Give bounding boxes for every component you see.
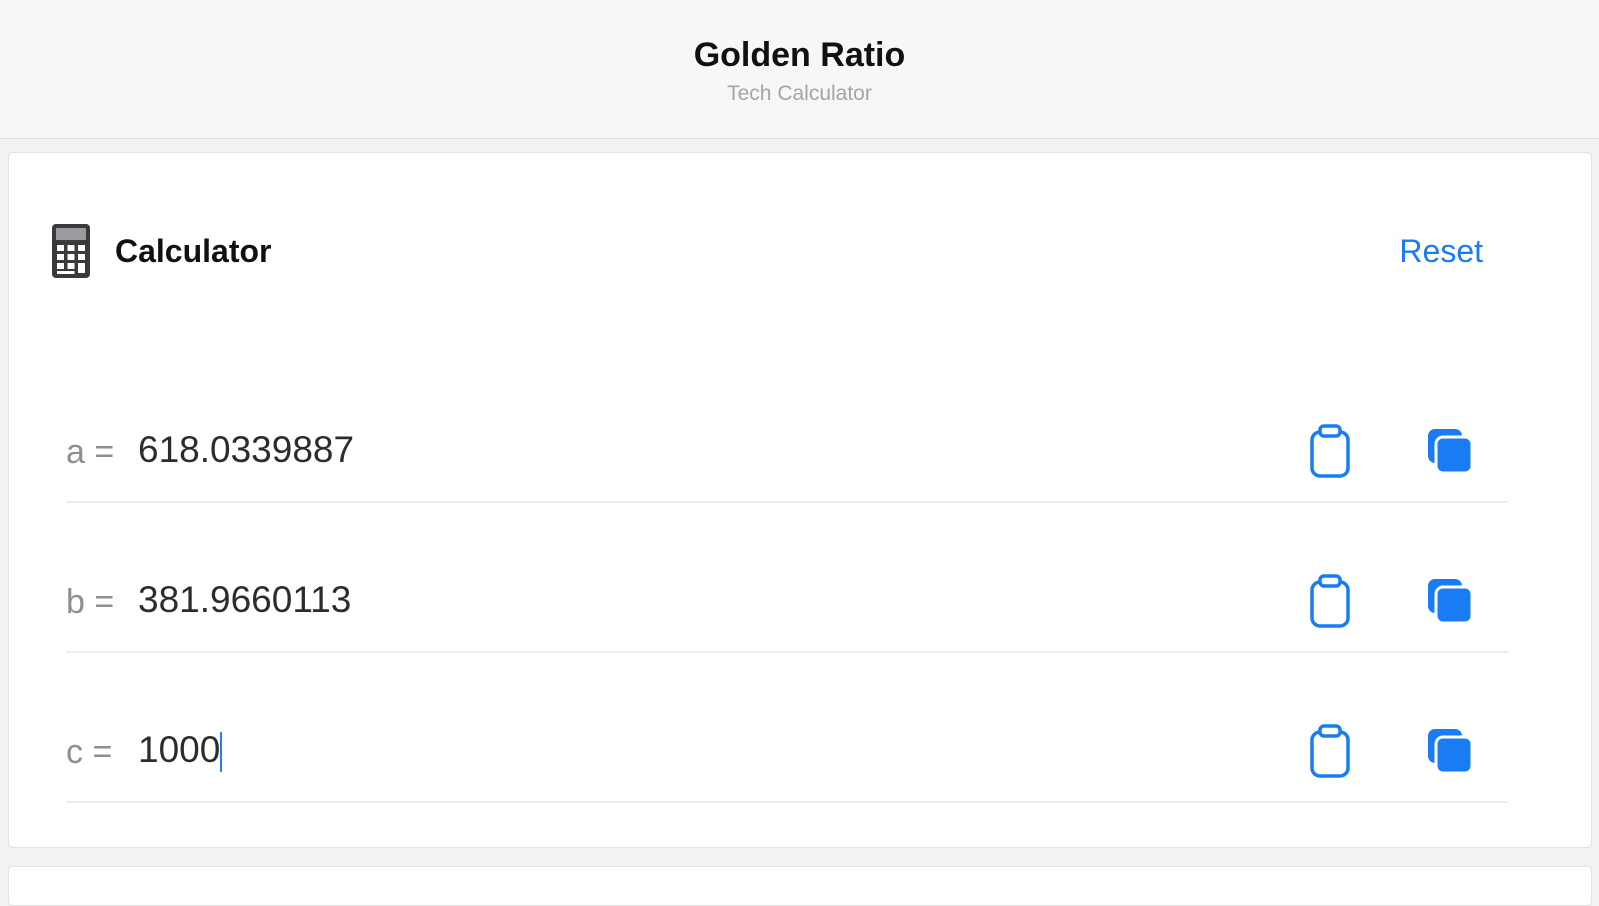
card-title: Calculator xyxy=(115,233,272,269)
clipboard-icon[interactable] xyxy=(1306,573,1354,629)
variable-label-a: a = xyxy=(66,433,115,471)
next-card xyxy=(8,866,1592,906)
copy-icon[interactable] xyxy=(1426,423,1474,479)
variable-label-c: c = xyxy=(66,733,113,771)
copy-icon[interactable] xyxy=(1426,573,1474,629)
calculator-card: Calculator Reset a = b = c = 1000 xyxy=(8,152,1592,848)
variable-input-b[interactable] xyxy=(138,579,1138,621)
variable-label-b: b = xyxy=(66,583,115,621)
page-title: Golden Ratio xyxy=(693,36,906,74)
variable-row-c: c = 1000 xyxy=(66,703,1508,803)
page-subtitle: Tech Calculator xyxy=(727,82,872,105)
navigation-bar: Golden Ratio Tech Calculator xyxy=(0,0,1599,139)
variable-row-b: b = xyxy=(66,553,1508,653)
variable-input-c[interactable]: 1000 xyxy=(138,729,1138,773)
variable-row-a: a = xyxy=(66,403,1508,503)
clipboard-icon[interactable] xyxy=(1306,423,1354,479)
variable-value-c: 1000 xyxy=(138,729,221,770)
clipboard-icon[interactable] xyxy=(1306,723,1354,779)
calculator-icon xyxy=(52,224,90,278)
variable-input-a[interactable] xyxy=(138,429,1138,471)
copy-icon[interactable] xyxy=(1426,723,1474,779)
reset-button[interactable]: Reset xyxy=(1399,233,1483,270)
text-caret xyxy=(220,732,223,773)
